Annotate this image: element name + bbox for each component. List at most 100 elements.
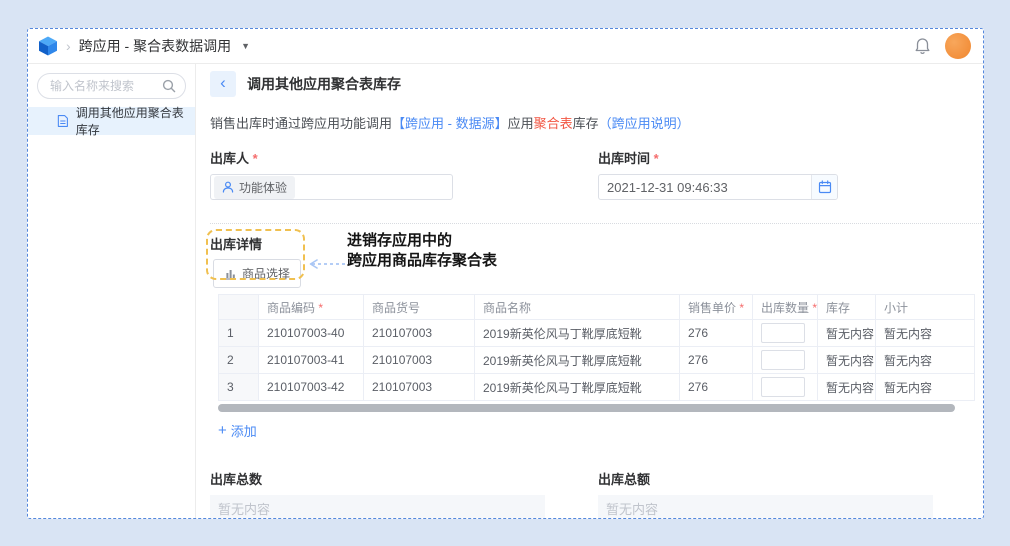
sidebar-item-form[interactable]: 调用其他应用聚合表库存 xyxy=(28,107,195,135)
cell-price: 276 xyxy=(680,347,753,374)
notification-bell-icon[interactable] xyxy=(914,37,931,55)
product-select-label: 商品选择 xyxy=(242,265,290,282)
cell-subtotal: 暂无内容 xyxy=(876,320,975,347)
cell-qty xyxy=(753,320,818,347)
description-link-help[interactable]: （跨应用说明） xyxy=(599,116,690,131)
add-row-link[interactable]: + 添加 xyxy=(218,421,257,440)
calendar-button[interactable] xyxy=(811,175,837,199)
totals-row: 出库总数 暂无内容 出库总额 暂无内容 xyxy=(210,469,983,518)
total-count-label: 出库总数 xyxy=(210,469,545,488)
total-count-value: 暂无内容 xyxy=(210,495,545,518)
bar-chart-icon xyxy=(224,268,237,280)
required-marker: * xyxy=(812,301,817,315)
table-row: 1 210107003-40 210107003 2019新英伦风马丁靴厚底短靴… xyxy=(219,320,975,347)
qty-input[interactable] xyxy=(761,323,805,343)
detail-section-header: 出库详情 商品选择 进销存应用中的 跨应用商品库存聚合表 xyxy=(210,234,983,291)
document-icon xyxy=(57,114,69,128)
required-marker: * xyxy=(654,151,659,166)
cell-subtotal: 暂无内容 xyxy=(876,347,975,374)
time-field: 出库时间 * xyxy=(598,148,838,200)
cell-item-no: 210107003 xyxy=(364,320,475,347)
top-bar: › 跨应用 - 聚合表数据调用 ▼ xyxy=(28,29,983,64)
cell-name: 2019新英伦风马丁靴厚底短靴 xyxy=(475,320,680,347)
description-text: 库存 xyxy=(573,116,599,131)
total-amount-label: 出库总额 xyxy=(598,469,933,488)
cell-item-no: 210107003 xyxy=(364,374,475,401)
app-title[interactable]: 跨应用 - 聚合表数据调用 xyxy=(79,36,231,56)
col-code: 商品编码 * xyxy=(259,295,364,320)
col-index xyxy=(219,295,259,320)
product-select-button[interactable]: 商品选择 xyxy=(213,259,301,288)
form-description: 销售出库时通过跨应用功能调用【跨应用 - 数据源】应用聚合表库存（跨应用说明） xyxy=(210,113,983,132)
qty-input[interactable] xyxy=(761,350,805,370)
col-subtotal: 小计 xyxy=(876,295,975,320)
cell-code: 210107003-42 xyxy=(259,374,364,401)
row-index: 3 xyxy=(219,374,259,401)
required-marker: * xyxy=(318,301,323,315)
topbar-actions xyxy=(914,33,971,59)
required-marker: * xyxy=(739,301,744,315)
cell-name: 2019新英伦风马丁靴厚底短靴 xyxy=(475,374,680,401)
col-name: 商品名称 xyxy=(475,295,680,320)
main-content: ‹ 调用其他应用聚合表库存 销售出库时通过跨应用功能调用【跨应用 - 数据源】应… xyxy=(196,64,983,518)
calendar-icon xyxy=(818,180,832,194)
form-row: 出库人 * 功能体验 出库时间 * xyxy=(210,148,983,200)
cell-stock: 暂无内容 xyxy=(818,374,876,401)
breadcrumb-chevron-icon: › xyxy=(66,38,71,54)
search-icon[interactable] xyxy=(162,79,176,93)
description-text: 应用 xyxy=(508,116,534,131)
row-index: 1 xyxy=(219,320,259,347)
add-row-label: 添加 xyxy=(231,421,257,440)
total-amount-field: 出库总额 暂无内容 xyxy=(598,469,933,518)
member-chip[interactable]: 功能体验 xyxy=(214,176,295,199)
sidebar-search xyxy=(37,73,186,99)
table-row: 2 210107003-41 210107003 2019新英伦风马丁靴厚底短靴… xyxy=(219,347,975,374)
scrollbar-thumb[interactable] xyxy=(218,404,955,412)
cell-name: 2019新英伦风马丁靴厚底短靴 xyxy=(475,347,680,374)
time-label: 出库时间 * xyxy=(598,148,838,167)
col-qty: 出库数量 * xyxy=(753,295,818,320)
horizontal-scrollbar xyxy=(218,404,966,412)
cell-stock: 暂无内容 xyxy=(818,347,876,374)
col-item-no: 商品货号 xyxy=(364,295,475,320)
page-title: 调用其他应用聚合表库存 xyxy=(247,74,401,94)
table-header-row: 商品编码 * 商品货号 商品名称 销售单价 * 出库数量 * 库存 小计 xyxy=(219,295,975,320)
cell-item-no: 210107003 xyxy=(364,347,475,374)
person-icon xyxy=(222,181,234,193)
description-text: 销售出库时通过跨应用功能调用 xyxy=(210,116,392,131)
app-window: › 跨应用 - 聚合表数据调用 ▼ xyxy=(27,28,984,519)
app-cube-logo-icon[interactable] xyxy=(38,36,58,56)
issuer-label: 出库人 * xyxy=(210,148,453,167)
cell-qty xyxy=(753,347,818,374)
time-input[interactable] xyxy=(599,180,811,195)
description-link-datasource[interactable]: 【跨应用 - 数据源】 xyxy=(392,116,508,131)
table-row: 3 210107003-42 210107003 2019新英伦风马丁靴厚底短靴… xyxy=(219,374,975,401)
cell-stock: 暂无内容 xyxy=(818,320,876,347)
breadcrumb: › 跨应用 - 聚合表数据调用 ▼ xyxy=(38,36,250,56)
issuer-input[interactable]: 功能体验 xyxy=(210,174,453,200)
total-count-field: 出库总数 暂无内容 xyxy=(210,469,545,518)
qty-input[interactable] xyxy=(761,377,805,397)
total-amount-value: 暂无内容 xyxy=(598,495,933,518)
annotation-arrow-icon xyxy=(309,259,351,269)
chevron-down-icon[interactable]: ▼ xyxy=(241,41,250,51)
back-button[interactable]: ‹ xyxy=(210,71,236,97)
products-table: 商品编码 * 商品货号 商品名称 销售单价 * 出库数量 * 库存 小计 1 2… xyxy=(218,294,975,401)
row-index: 2 xyxy=(219,347,259,374)
time-input-wrap xyxy=(598,174,838,200)
description-highlight-aggregate: 聚合表 xyxy=(534,116,573,131)
annotation-text: 进销存应用中的 跨应用商品库存聚合表 xyxy=(347,231,497,271)
plus-icon: + xyxy=(218,422,227,439)
cell-subtotal: 暂无内容 xyxy=(876,374,975,401)
cell-price: 276 xyxy=(680,320,753,347)
cell-price: 276 xyxy=(680,374,753,401)
sidebar-item-label: 调用其他应用聚合表库存 xyxy=(76,104,195,138)
issuer-field: 出库人 * 功能体验 xyxy=(210,148,453,200)
section-divider xyxy=(210,223,983,224)
cell-code: 210107003-41 xyxy=(259,347,364,374)
sidebar: 调用其他应用聚合表库存 xyxy=(28,64,196,518)
user-avatar[interactable] xyxy=(945,33,971,59)
cell-code: 210107003-40 xyxy=(259,320,364,347)
col-price: 销售单价 * xyxy=(680,295,753,320)
annotation-line1: 进销存应用中的 xyxy=(347,231,497,251)
